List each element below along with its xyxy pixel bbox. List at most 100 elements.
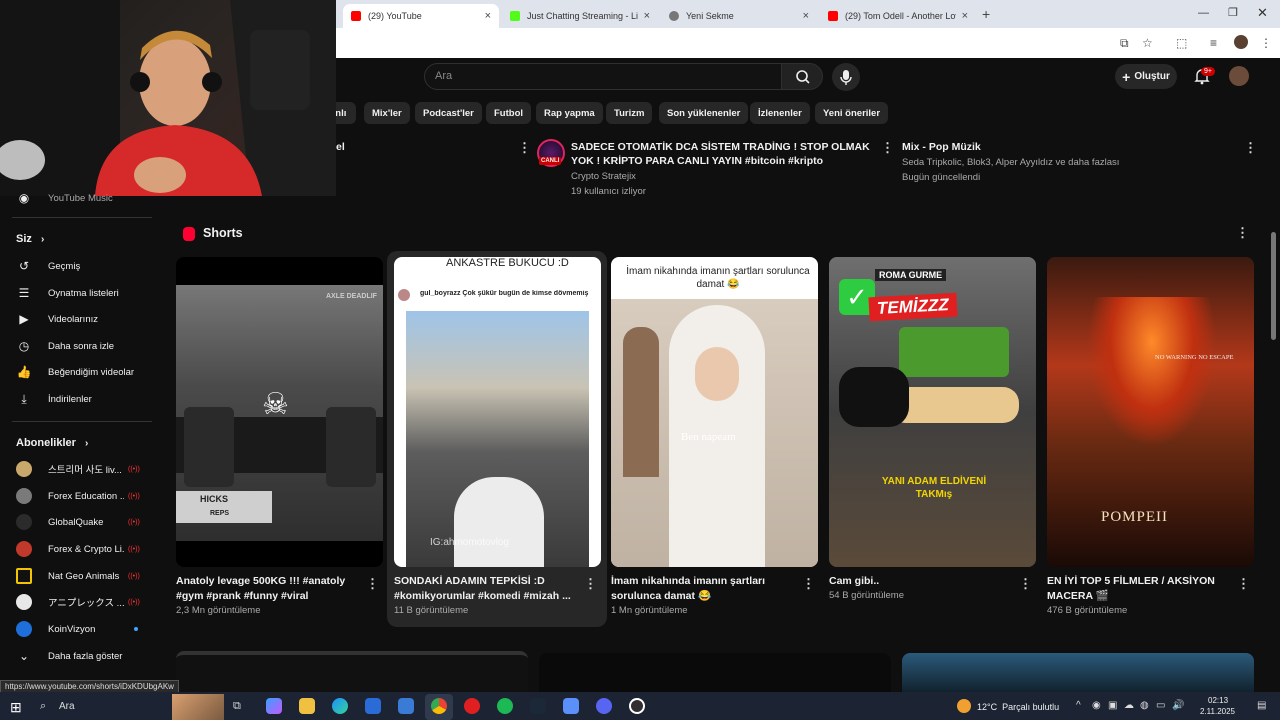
short-title[interactable]: Cam gibi.. [829, 574, 1014, 589]
tab-close-icon[interactable]: × [962, 10, 968, 22]
short-thumbnail[interactable]: ANKASTRE BUKUCU :D gul_boyrazz Çok şükür… [394, 257, 601, 567]
subscription-item[interactable]: 스트리머 사도 liv... ((•)) [16, 459, 146, 479]
search-input[interactable]: Ara [424, 63, 782, 90]
search-button[interactable] [781, 63, 823, 90]
tray-obs-icon[interactable]: ◉ [1092, 700, 1101, 711]
sidebar-item-your-videos[interactable]: ▶ Videolarınız [16, 309, 146, 329]
more-options-icon[interactable]: ⋮ [1236, 225, 1249, 241]
chip-watched[interactable]: İzlenenler [750, 102, 810, 124]
short-title[interactable]: İmam nikahında imanın şartları sorulunca… [611, 574, 796, 604]
new-tab-button[interactable]: + [982, 6, 990, 22]
clock-time[interactable]: 02:13 [1208, 696, 1228, 705]
chrome-icon[interactable] [431, 698, 447, 714]
chrome-menu-icon[interactable]: ⋮ [1260, 36, 1272, 50]
tray-app-icon[interactable]: ▣ [1108, 700, 1117, 711]
more-options-icon[interactable]: ⋮ [881, 140, 894, 156]
app-icon[interactable] [563, 698, 579, 714]
more-options-icon[interactable]: ⋮ [584, 576, 597, 592]
subscription-item[interactable]: GlobalQuake ((•)) [16, 512, 146, 532]
short-thumbnail[interactable]: İmam nikahında imanın şartları sorulunca… [611, 257, 818, 567]
subscription-item[interactable]: Nat Geo Animals ((•)) [16, 566, 146, 586]
network-icon[interactable]: ▭ [1156, 700, 1165, 711]
store-icon[interactable] [365, 698, 381, 714]
spotify-icon[interactable] [497, 698, 513, 714]
tab-close-icon[interactable]: × [485, 10, 491, 22]
opera-icon[interactable] [464, 698, 480, 714]
tab-kick[interactable]: Just Chatting Streaming - Live S × [502, 4, 658, 28]
close-window-icon[interactable]: ✕ [1257, 5, 1268, 21]
subscriptions-header[interactable]: Abonelikler › [16, 437, 88, 449]
profile-avatar[interactable] [1234, 35, 1248, 49]
sidebar-item-youtube-music[interactable]: ◉ YouTube Music [16, 188, 146, 208]
short-title[interactable]: Anatoly levage 500KG !!! #anatoly #gym #… [176, 574, 361, 604]
sidebar-item-watch-later[interactable]: ◷ Daha sonra izle [16, 336, 146, 356]
edge-icon[interactable] [332, 698, 348, 714]
video-thumbnail[interactable] [176, 651, 528, 692]
weather-text[interactable]: 12°C Parçalı bulutlu [977, 702, 1059, 712]
sidebar-item-downloads[interactable]: ⤓ İndirilenler [16, 389, 146, 409]
taskbar-search-icon[interactable]: ⌕ [40, 700, 46, 713]
more-options-icon[interactable]: ⋮ [518, 140, 531, 156]
notification-center-icon[interactable]: ▤ [1257, 700, 1266, 711]
live-video-channel[interactable]: Crypto Stratejix [571, 169, 636, 184]
tray-chevron-icon[interactable]: ^ [1076, 700, 1081, 711]
chip-mixes[interactable]: Mix'ler [364, 102, 410, 124]
subscription-item[interactable]: Forex & Crypto Li... ((•)) [16, 539, 146, 559]
chip-recently-uploaded[interactable]: Son yüklenenler [659, 102, 749, 124]
taskbar-search[interactable]: Ara [59, 701, 75, 712]
page-scrollbar[interactable] [1271, 232, 1276, 340]
tab-close-icon[interactable]: × [644, 10, 650, 22]
chip-tourism[interactable]: Turizm [606, 102, 653, 124]
partial-video-title[interactable]: el [336, 140, 345, 154]
more-options-icon[interactable]: ⋮ [802, 576, 815, 592]
subscription-item[interactable]: Forex Education ... ((•)) [16, 486, 146, 506]
sidebar-item-history[interactable]: ↺ Geçmiş [16, 256, 146, 276]
account-avatar[interactable] [1229, 66, 1249, 86]
discord-icon[interactable] [596, 698, 612, 714]
tray-cloud-icon[interactable]: ☁ [1124, 700, 1134, 711]
subscription-item[interactable]: KoinVizyon [16, 619, 146, 639]
copilot-icon[interactable] [266, 698, 282, 714]
volume-icon[interactable]: 🔊 [1172, 700, 1184, 711]
tab-tom-odell[interactable]: (29) Tom Odell - Another Love × [820, 4, 976, 28]
mix-title[interactable]: Mix - Pop Müzik [902, 140, 981, 154]
tab-youtube[interactable]: (29) YouTube × [343, 4, 499, 28]
more-options-icon[interactable]: ⋮ [1244, 140, 1257, 156]
video-thumbnail[interactable] [539, 653, 891, 692]
create-button[interactable]: + Oluştur [1115, 64, 1177, 89]
more-options-icon[interactable]: ⋮ [1237, 576, 1250, 592]
short-title[interactable]: EN İYİ TOP 5 FİLMLER / AKSİYON MACERA 🎬 [1047, 574, 1232, 604]
media-control-icon[interactable]: ≡ [1210, 36, 1217, 50]
short-title[interactable]: SONDAKİ ADAMIN TEPKİSİ :D #komikyorumlar… [394, 574, 579, 604]
show-more-button[interactable]: ⌄ Daha fazla göster [16, 646, 146, 666]
video-thumbnail[interactable] [902, 653, 1254, 692]
chip-rap[interactable]: Rap yapma [536, 102, 603, 124]
file-explorer-icon[interactable] [299, 698, 315, 714]
live-video-title[interactable]: SADECE OTOMATİK DCA SİSTEM TRADİNG ! STO… [571, 140, 877, 168]
tab-close-icon[interactable]: × [803, 10, 809, 22]
short-thumbnail[interactable]: NO WARNING NO ESCAPE POMPEII [1047, 257, 1254, 567]
mail-icon[interactable] [398, 698, 414, 714]
minimize-icon[interactable]: — [1198, 7, 1209, 19]
you-section-header[interactable]: Siz › [16, 233, 44, 245]
obs-icon[interactable] [629, 698, 645, 714]
sidebar-item-liked[interactable]: 👍 Beğendiğim videolar [16, 362, 146, 382]
chip-partial[interactable]: anlı [330, 102, 356, 124]
windows-start-icon[interactable]: ⊞ [10, 699, 22, 716]
clock-date[interactable]: 2.11.2025 [1200, 707, 1235, 716]
chip-podcasts[interactable]: Podcast'ler [415, 102, 482, 124]
cast-icon[interactable]: ⧉ [1120, 36, 1129, 51]
more-options-icon[interactable]: ⋮ [366, 576, 379, 592]
short-thumbnail[interactable]: ✓ ROMA GURME TEMİZZZ YANI ADAM ELDİVENİ … [829, 257, 1036, 567]
short-thumbnail[interactable]: ☠ AXLE DEADLIF HICKS REPS [176, 257, 383, 567]
restore-icon[interactable]: ❐ [1228, 6, 1238, 19]
steam-icon[interactable] [530, 698, 546, 714]
tray-app-icon[interactable]: ◍ [1140, 700, 1149, 711]
chip-football[interactable]: Futbol [486, 102, 532, 124]
subscription-item[interactable]: アニプレックス ... ((•)) [16, 592, 146, 612]
more-options-icon[interactable]: ⋮ [1019, 576, 1032, 592]
tab-new[interactable]: Yeni Sekme × [661, 4, 817, 28]
task-view-icon[interactable]: ⧉ [233, 700, 241, 713]
voice-search-button[interactable] [832, 63, 860, 91]
chip-new-to-you[interactable]: Yeni öneriler [815, 102, 889, 124]
